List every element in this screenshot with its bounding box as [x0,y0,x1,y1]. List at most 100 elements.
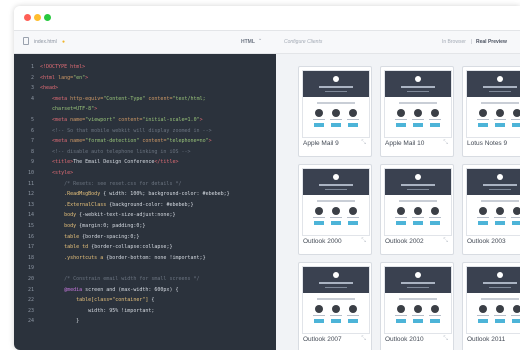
code-line[interactable]: 10 <style> [14,168,276,178]
client-thumbnail[interactable]: Lotus Notes 9⤡ [462,66,520,157]
code-line[interactable]: 2 <html lang="en"> [14,73,276,83]
client-thumbnail[interactable]: Outlook 2002 ⤡ [380,164,454,255]
line-number: 11 [27,180,34,187]
code-token: "Content-Type" [103,95,149,102]
real-preview-tab[interactable]: Real Preview [476,39,507,45]
code-line[interactable]: 20 /* Constrain email width for small sc… [14,274,276,284]
minimize-window-button[interactable] [34,14,41,21]
email-logo [415,272,421,278]
client-thumbnail[interactable]: Outlook 2010 ⤡ [380,262,454,350]
email-headline [401,282,435,284]
code-token: <!-- So that mobile webkit will display … [40,127,212,134]
file-tab-name[interactable]: index.html [34,39,57,45]
code-line[interactable]: 13 .ExternalClass {background-color: #eb… [14,200,276,210]
client-name: Outlook 2011 [467,336,506,343]
code-line[interactable]: 19 [14,263,276,273]
title-bar [14,6,520,31]
client-thumbnail[interactable]: Apple Mail 10 ⤡ [380,66,454,157]
code-line[interactable]: 21 @media screen and (max-width: 600px) … [14,285,276,295]
code-line[interactable]: 4 <meta http-equiv="Content-Type" conten… [14,94,276,104]
speaker-button [495,221,505,225]
code-line[interactable]: 14 body {-webkit-text-size-adjust:none;} [14,210,276,220]
speaker-button [413,319,423,323]
speaker-avatar [414,305,422,313]
speaker-name [494,217,506,218]
close-window-button[interactable] [24,14,31,21]
code-text: <!-- So that mobile webkit will display … [40,126,212,136]
code-text: <meta name="viewport" content="initial-s… [40,115,203,125]
code-line[interactable]: 24 } [14,316,276,326]
client-thumbnail[interactable]: Apple Mail 9 ⤡ [298,66,372,157]
expand-icon[interactable]: ⤡ [361,140,366,147]
code-line[interactable]: 8 <!-- disable auto telephone linking in… [14,147,276,157]
code-line[interactable]: 15 body {margin:0; padding:0;} [14,221,276,231]
code-line[interactable]: 16 table {border-spacing:0;} [14,232,276,242]
speaker-button [396,123,406,127]
code-text: <!-- disable auto telephone linking in i… [40,147,190,157]
code-line[interactable]: 22 table[class="container"] { [14,295,276,305]
code-line[interactable]: 12 .ReadMsgBody { width: 100%; backgroun… [14,189,276,199]
speaker-button [413,123,423,127]
client-thumbnail[interactable]: Outlook 2011⤡ [462,262,520,350]
maximize-window-button[interactable] [44,14,51,21]
expand-icon[interactable]: ⤡ [443,238,448,245]
expand-icon[interactable]: ⤡ [443,140,448,147]
email-subhead [407,189,429,190]
code-token: /* Constrain email width for small scree… [40,276,200,282]
code-token: { width: 100%; background-color: #ebebeb… [103,191,230,198]
speaker-button [512,319,520,323]
email-headline [319,184,353,186]
line-number: 5 [30,117,34,123]
line-number: 9 [30,159,34,166]
code-text: /* Constrain email width for small scree… [40,274,200,284]
email-body-text [317,102,355,104]
line-number: 7 [30,138,34,145]
code-token: content= [142,138,167,145]
code-line[interactable]: 23 width: 95% !important; [14,306,276,316]
code-token: {border-collapse:collapse;} [91,244,173,251]
client-thumbnail[interactable]: Outlook 2000 ⤡ [298,164,372,255]
configure-clients-button[interactable]: Configure Clients [284,39,322,45]
speaker-avatar [431,305,439,313]
code-line[interactable]: charset=UTF-8"> [14,104,276,114]
email-headline [483,86,517,88]
line-number: 12 [27,191,34,198]
speaker-button [512,221,520,225]
code-line[interactable]: 9 <title>The Email Design Conference</ti… [14,157,276,167]
expand-icon[interactable]: ⤡ [361,238,366,245]
code-line[interactable]: 7 <meta name="format-detection" content=… [14,136,276,146]
code-token: <head> [40,85,59,92]
speaker-avatar [397,305,405,313]
language-select[interactable]: HTML [241,39,255,45]
line-number: 4 [30,95,34,102]
in-browser-tab[interactable]: In Browser [442,39,466,45]
code-line[interactable]: 3 <head> [14,83,276,93]
chevron-down-icon[interactable]: ⌄ [258,36,262,42]
email-hero [303,267,369,293]
speaker-avatar [513,207,520,215]
client-thumbnail[interactable]: Outlook 2007 ⤡ [298,262,372,350]
code-line[interactable]: 18 .yshortcuts a {border-bottom: none !i… [14,253,276,263]
code-token: > [208,138,212,145]
expand-icon[interactable]: ⤡ [361,336,366,343]
speaker-avatar [431,109,439,117]
code-text: width: 95% !important; [40,306,154,316]
client-thumbnail[interactable]: Outlook 2003⤡ [462,164,520,255]
email-body-text [481,298,519,300]
code-editor[interactable]: 1 <!DOCTYPE html> 2 <html lang="en"> 3 <head>… [14,54,276,350]
expand-icon[interactable]: ⤡ [443,336,448,343]
code-line[interactable]: 5 <meta name="viewport" content="initial… [14,115,276,125]
code-token: > [199,117,203,123]
speaker-button [478,319,488,323]
code-line[interactable]: 6 <!-- So that mobile webkit will displa… [14,126,276,136]
code-line[interactable]: 11 /* Resets: see reset.css for details … [14,179,276,189]
email-logo [497,174,503,180]
code-token: .ExternalClass [40,201,110,208]
email-logo [497,76,503,82]
code-line[interactable]: 17 table td {border-collapse:collapse;} [14,242,276,252]
code-line[interactable]: 1 <!DOCTYPE html> [14,62,276,72]
speaker-avatar [332,207,340,215]
speaker-button [314,123,324,127]
